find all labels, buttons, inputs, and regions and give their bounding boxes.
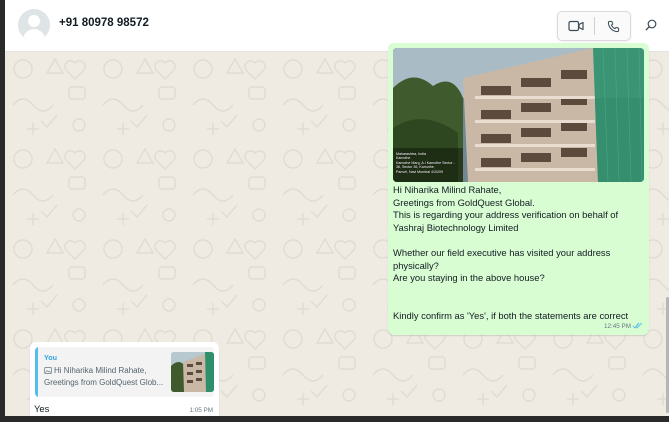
quoted-message[interactable]: You Hi Niharika Milind Rahate, Greetings…	[35, 347, 214, 397]
outgoing-message-bubble[interactable]: Maharashtra, India Kamothe Kamothe Marg,…	[388, 43, 649, 335]
outgoing-message-time: 12:45 PM	[604, 323, 631, 330]
voice-call-button[interactable]	[595, 12, 631, 40]
voice-call-icon	[607, 20, 619, 32]
photo-geotag-caption: Maharashtra, India Kamothe Kamothe Marg,…	[396, 152, 455, 174]
search-icon	[645, 19, 657, 31]
outgoing-message-text: Hi Niharika Milind Rahate, Greetings fro…	[393, 184, 629, 321]
read-receipt-icon	[632, 322, 643, 329]
search-button[interactable]	[639, 11, 663, 39]
contact-avatar[interactable]	[18, 9, 50, 41]
building-photo[interactable]: Maharashtra, India Kamothe Kamothe Marg,…	[393, 48, 644, 182]
photo-icon	[44, 367, 52, 374]
call-buttons-group	[557, 11, 631, 41]
incoming-message-bubble[interactable]: You Hi Niharika Milind Rahate, Greetings…	[30, 342, 219, 416]
contact-name[interactable]: +91 80978 98572	[59, 17, 149, 29]
video-call-button[interactable]	[558, 12, 594, 40]
quoted-text-line1: Hi Niharika Milind Rahate,	[54, 366, 147, 375]
chat-window: +91 80978 98572 Maharashtra, India Kamot…	[5, 0, 669, 416]
quoted-author: You	[44, 353, 58, 362]
video-call-icon	[568, 20, 584, 32]
quoted-text-line2: Greetings from GoldQuest Glob...	[44, 378, 164, 387]
quoted-photo-thumbnail	[171, 352, 214, 392]
incoming-message-text: Yes	[34, 403, 50, 414]
incoming-message-time: 1:05 PM	[189, 407, 213, 414]
